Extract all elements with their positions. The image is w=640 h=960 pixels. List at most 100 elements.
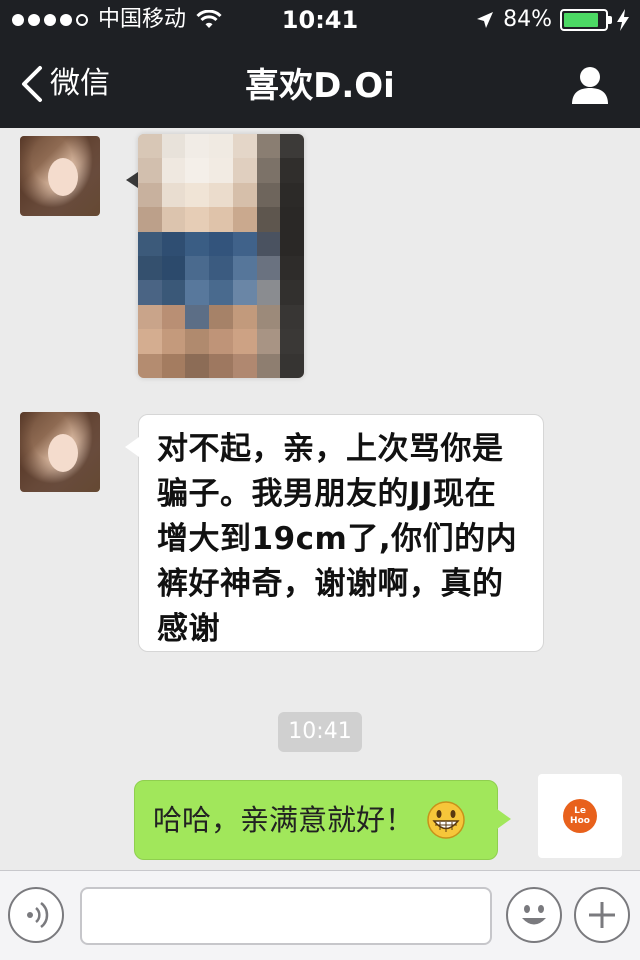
- mosaic-tile: [232, 256, 258, 281]
- status-bar: 中国移动 10:41 84%: [0, 0, 640, 40]
- mosaic-tile: [209, 158, 234, 184]
- image-message[interactable]: [138, 134, 304, 378]
- avatar[interactable]: [20, 136, 100, 216]
- mosaic-tile: [232, 353, 258, 378]
- mosaic-tile: [280, 182, 304, 208]
- mosaic-tile: [256, 207, 281, 233]
- mosaic-tile: [138, 207, 163, 233]
- mosaic-tile: [256, 158, 281, 184]
- chat-title: 喜欢D.Oi: [245, 66, 395, 106]
- mosaic-tile: [209, 329, 234, 355]
- mosaic-tile: [185, 280, 210, 306]
- mosaic-tile: [185, 304, 210, 330]
- mosaic-tile: [256, 256, 281, 281]
- smiley-icon: [522, 905, 546, 925]
- mosaic-tile: [138, 329, 163, 355]
- mosaic-tile: [209, 280, 234, 306]
- mosaic-tile: [280, 304, 304, 330]
- mosaic-tile: [161, 280, 186, 306]
- mosaic-tile: [280, 231, 304, 257]
- mosaic-tile: [161, 329, 186, 355]
- mosaic-tile: [256, 329, 281, 355]
- mosaic-tile: [232, 231, 258, 257]
- mosaic-tile: [185, 353, 210, 378]
- mosaic-tile: [138, 280, 163, 306]
- location-arrow-icon: [477, 12, 494, 28]
- avatar[interactable]: [20, 412, 100, 492]
- grin-icon: [427, 801, 465, 839]
- mosaic-tile: [280, 353, 304, 378]
- mosaic-tile: [161, 231, 186, 257]
- mosaic-tile: [256, 231, 281, 257]
- mosaic-tile: [161, 353, 186, 378]
- mosaic-tile: [232, 304, 258, 330]
- mosaic-tile: [232, 280, 258, 306]
- mosaic-tile: [256, 182, 281, 208]
- brand-logo: Le Hoo: [563, 799, 597, 833]
- mosaic-tile: [161, 182, 186, 208]
- message-text: 哈哈，亲满意就好！: [153, 803, 415, 837]
- mosaic-tile: [209, 231, 234, 257]
- mosaic-tile: [209, 304, 234, 330]
- mosaic-tile: [138, 353, 163, 378]
- mosaic-tile: [280, 207, 304, 233]
- mosaic-tile: [138, 182, 163, 208]
- voice-icon: [27, 902, 49, 928]
- mosaic-tile: [161, 256, 186, 281]
- incoming-message-bubble[interactable]: 对不起，亲，上次骂你是骗子。我男朋友的JJ现在增大到19cm了,你们的内裤好神奇…: [125, 414, 544, 652]
- message-text: 对不起，亲，上次骂你是骗子。我男朋友的JJ现在增大到19cm了,你们的内裤好神奇…: [157, 431, 518, 647]
- mosaic-tile: [161, 304, 186, 330]
- mosaic-tile: [232, 134, 258, 159]
- nav-bar: 微信 喜欢D.Oi: [0, 40, 640, 128]
- mosaic-tile: [256, 280, 281, 306]
- mosaic-tile: [185, 231, 210, 257]
- chat-area[interactable]: 对不起，亲，上次骂你是骗子。我男朋友的JJ现在增大到19cm了,你们的内裤好神奇…: [0, 128, 640, 870]
- mosaic-tile: [280, 280, 304, 306]
- mosaic-tile: [185, 256, 210, 281]
- mosaic-tile: [161, 158, 186, 184]
- outgoing-message-bubble[interactable]: 哈哈，亲满意就好！: [134, 780, 511, 860]
- message-input[interactable]: [80, 887, 492, 945]
- mosaic-tile: [209, 182, 234, 208]
- battery-percentage: 84%: [503, 7, 552, 32]
- mosaic-tile: [209, 134, 234, 159]
- emoji-button[interactable]: [506, 887, 562, 943]
- mosaic-tile: [185, 329, 210, 355]
- mosaic-tile: [280, 256, 304, 281]
- mosaic-tile: [138, 134, 163, 159]
- mosaic-tile: [232, 329, 258, 355]
- input-bar: [0, 870, 640, 960]
- mosaic-tile: [256, 353, 281, 378]
- mosaic-tile: [138, 231, 163, 257]
- mosaic-tile: [185, 134, 210, 159]
- avatar[interactable]: Le Hoo: [538, 774, 622, 858]
- mosaic-tile: [185, 158, 210, 184]
- mosaic-tile: [161, 134, 186, 159]
- mosaic-tile: [161, 207, 186, 233]
- voice-button[interactable]: [8, 887, 64, 943]
- mosaic-tile: [185, 207, 210, 233]
- battery-fill: [564, 13, 598, 27]
- mosaic-tile: [256, 134, 281, 159]
- mosaic-tile: [138, 304, 163, 330]
- charging-bolt-icon: [617, 9, 629, 31]
- mosaic-tile: [232, 207, 258, 233]
- mosaic-tile: [209, 256, 234, 281]
- battery-icon: [560, 9, 612, 31]
- profile-icon[interactable]: [570, 64, 610, 104]
- plus-icon: [589, 902, 615, 928]
- mosaic-tile: [280, 134, 304, 159]
- mosaic-tile: [138, 158, 163, 184]
- mosaic-tile: [280, 329, 304, 355]
- mosaic-tile: [232, 182, 258, 208]
- mosaic-tile: [209, 207, 234, 233]
- mosaic-tile: [185, 182, 210, 208]
- mosaic-tile: [138, 256, 163, 281]
- timestamp-chip: 10:41: [278, 712, 362, 752]
- mosaic-tile: [280, 158, 304, 184]
- mosaic-tile: [232, 158, 258, 184]
- mosaic-tile: [209, 353, 234, 378]
- mosaic-tile: [256, 304, 281, 330]
- more-button[interactable]: [574, 887, 630, 943]
- bubble-tail: [126, 172, 138, 188]
